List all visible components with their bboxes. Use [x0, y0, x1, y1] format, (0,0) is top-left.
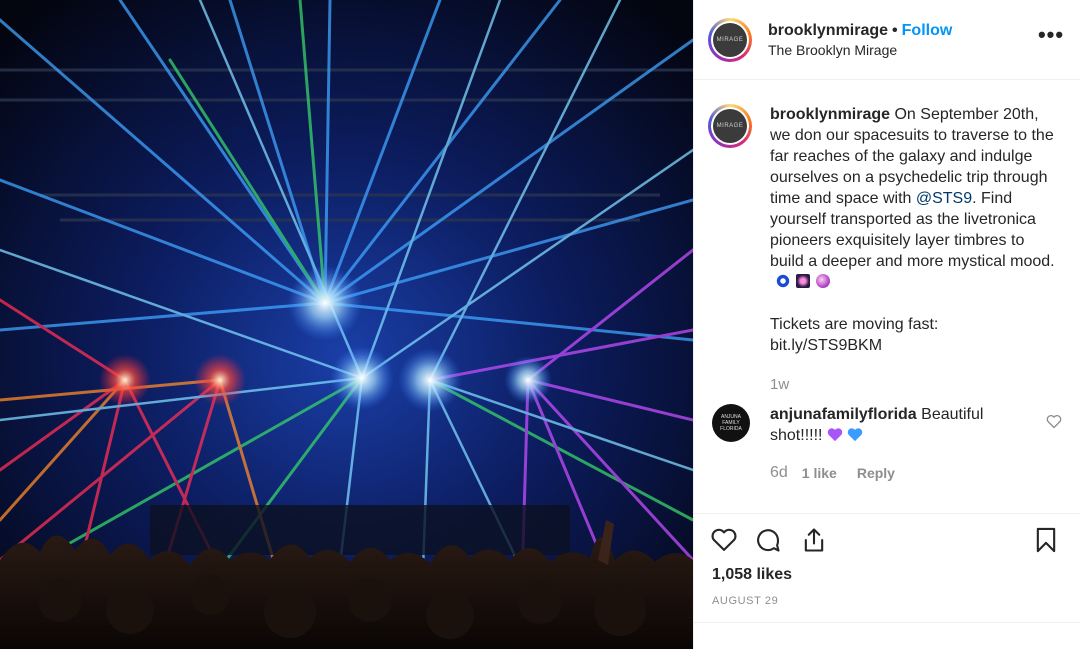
- profile-avatar[interactable]: MIRAGE: [708, 17, 752, 62]
- caption-avatar[interactable]: MIRAGE: [708, 104, 752, 148]
- action-bar: [710, 526, 1064, 556]
- comment-item: ANJUNA FAMILY FLORIDA anjunafamilyflorid…: [712, 404, 1068, 446]
- blue-eye-emoji: [776, 274, 790, 288]
- reply-button[interactable]: Reply: [857, 465, 895, 481]
- mention-link[interactable]: @STS9: [916, 190, 972, 207]
- comment-input-divider: [694, 622, 1080, 623]
- crystal-ball-emoji: [816, 274, 830, 288]
- tickets-line: Tickets are moving fast:: [770, 316, 939, 333]
- post-side-panel: MIRAGE brooklynmirage • Follow The Brookly…: [693, 0, 1080, 649]
- actions-divider: [694, 513, 1080, 514]
- post-header: MIRAGE brooklynmirage • Follow The Brookly…: [694, 0, 1080, 80]
- avatar-logo: MIRAGE: [713, 22, 747, 57]
- instagram-post: MIRAGE brooklynmirage • Follow The Brookly…: [0, 0, 1080, 649]
- location-link[interactable]: The Brooklyn Mirage: [768, 41, 1036, 59]
- header-username[interactable]: brooklynmirage: [768, 22, 888, 39]
- purple-heart-emoji: [827, 428, 843, 442]
- comment-age[interactable]: 6d: [770, 464, 788, 482]
- avatar-logo: MIRAGE: [713, 109, 747, 143]
- caption-text: brooklynmirage On September 20th, we don…: [770, 104, 1060, 356]
- comment-avatar[interactable]: ANJUNA FAMILY FLORIDA: [712, 404, 750, 442]
- comment-text: anjunafamilyflorida Beautiful shot!!!!!: [770, 404, 1010, 446]
- sparkle-emoji: [796, 274, 810, 288]
- concert-laser-image: [0, 0, 693, 649]
- comment-username[interactable]: anjunafamilyflorida: [770, 406, 917, 423]
- header-text: brooklynmirage • Follow The Brooklyn Mirag…: [768, 21, 1036, 59]
- like-heart-icon[interactable]: [710, 526, 738, 554]
- post-date[interactable]: AUGUST 29: [712, 595, 778, 607]
- comment-likes[interactable]: 1 like: [802, 465, 837, 481]
- comment-like-heart-icon[interactable]: [1046, 414, 1062, 429]
- blue-heart-emoji: [847, 428, 863, 442]
- more-options-icon[interactable]: •••: [1036, 23, 1066, 50]
- separator-dot: •: [892, 21, 898, 39]
- likes-count[interactable]: 1,058 likes: [712, 566, 792, 584]
- comment-meta: 6d 1 like Reply: [770, 464, 915, 482]
- bookmark-icon[interactable]: [1032, 526, 1060, 554]
- post-caption: MIRAGE brooklynmirage On September 20th,…: [708, 104, 1068, 356]
- comment-bubble-icon[interactable]: [754, 526, 782, 554]
- post-photo[interactable]: [0, 0, 693, 649]
- caption-username[interactable]: brooklynmirage: [770, 106, 890, 123]
- ticket-link[interactable]: bit.ly/STS9BKM: [770, 337, 882, 354]
- follow-button[interactable]: Follow: [902, 22, 953, 39]
- share-icon[interactable]: [800, 526, 828, 554]
- caption-timestamp[interactable]: 1w: [770, 376, 789, 393]
